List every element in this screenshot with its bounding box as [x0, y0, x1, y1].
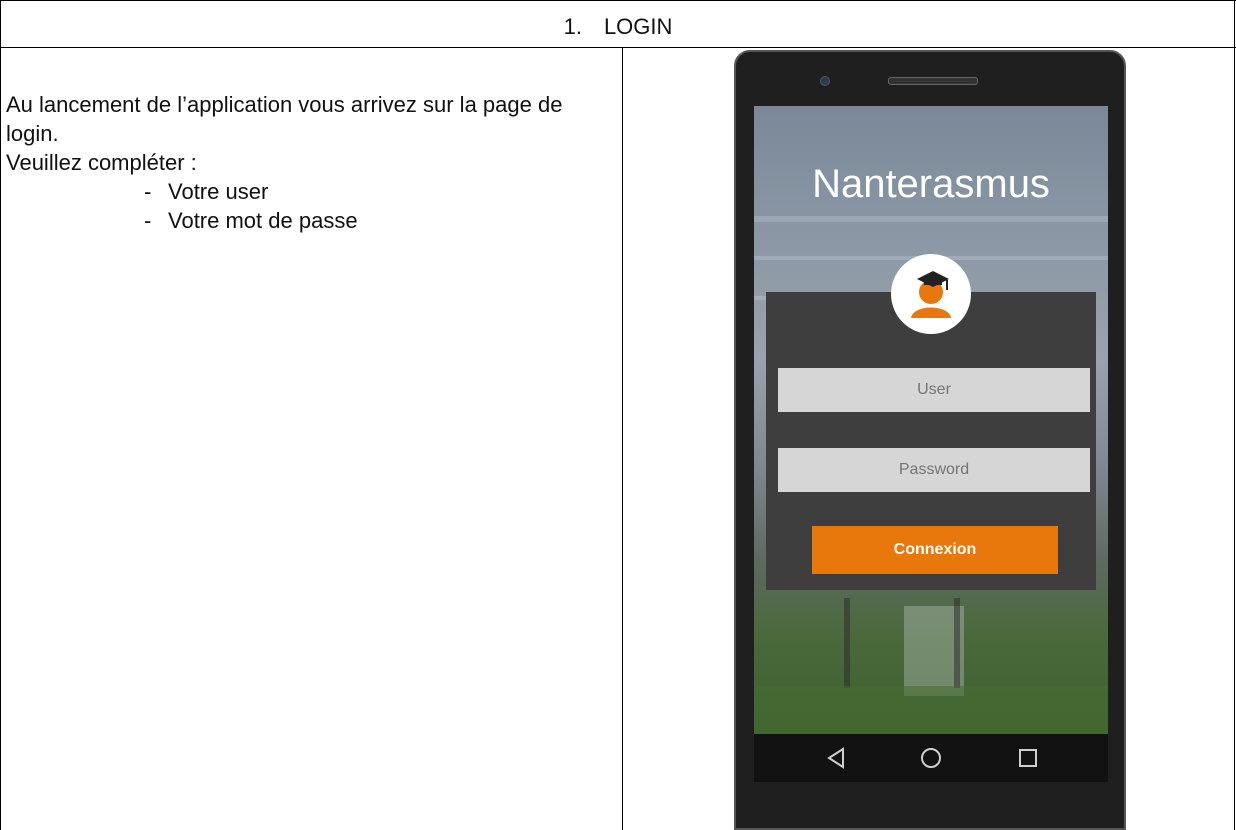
instructions-prompt: Veuillez compléter :	[6, 150, 197, 175]
table-border-left	[0, 0, 1, 830]
table-header-divider	[0, 47, 1236, 48]
graduate-avatar-icon	[891, 254, 971, 334]
table-border-right	[1234, 0, 1235, 830]
list-item-text: Votre mot de passe	[168, 208, 358, 233]
list-bullet: -	[144, 179, 152, 204]
phone-mockup: Nanterasmus Connexion	[734, 50, 1126, 830]
instructions-text: Au lancement de l’application vous arriv…	[6, 90, 616, 235]
list-item-text: Votre user	[168, 179, 269, 204]
document-table: 1. LOGIN Au lancement de l’application vo…	[0, 0, 1236, 830]
list-bullet: -	[144, 208, 152, 233]
square-recent-icon[interactable]	[1016, 746, 1040, 770]
connexion-button[interactable]: Connexion	[812, 526, 1058, 574]
instructions-list: - Votre user - Votre mot de passe	[6, 177, 616, 235]
background-building	[754, 216, 1108, 222]
section-number: 1.	[563, 14, 582, 39]
section-heading: 1. LOGIN	[0, 14, 1236, 40]
camera-icon	[820, 76, 830, 86]
circle-home-icon[interactable]	[919, 746, 943, 770]
table-column-divider	[622, 47, 623, 830]
user-input[interactable]	[778, 368, 1090, 412]
android-nav-bar	[754, 734, 1108, 782]
list-item: - Votre user	[6, 177, 616, 206]
background-pillar	[844, 598, 850, 688]
app-screen: Nanterasmus Connexion	[754, 106, 1108, 734]
triangle-back-icon[interactable]	[824, 746, 848, 770]
background-pillar	[954, 598, 960, 688]
list-item: - Votre mot de passe	[6, 206, 616, 235]
app-title: Nanterasmus	[812, 162, 1050, 206]
speaker-grille	[888, 77, 978, 85]
background-lawn	[754, 686, 1108, 734]
password-input[interactable]	[778, 448, 1090, 492]
section-title: LOGIN	[603, 14, 673, 39]
table-border-top	[0, 0, 1236, 1]
instructions-intro: Au lancement de l’application vous arriv…	[6, 92, 563, 146]
